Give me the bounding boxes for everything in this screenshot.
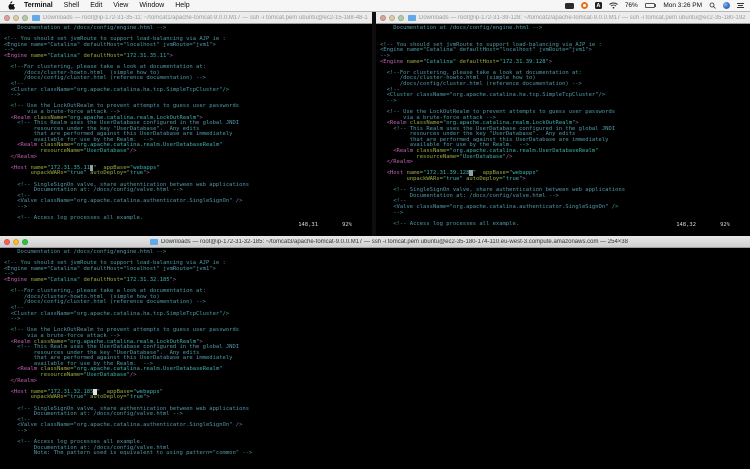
close-button[interactable] [4,239,10,245]
terminal-content-tomcat3[interactable]: Documentation at /docs/config/engine.htm… [0,248,750,469]
battery-icon[interactable] [645,3,657,8]
notification-center-icon[interactable] [737,3,744,8]
window-title: Downloads — root@ip-172-31-39-128: ~/tom… [419,15,746,21]
terminal-window-tomcat2: Downloads — root@ip-172-31-39-128: ~/tom… [376,12,750,236]
wifi-icon[interactable] [609,2,618,9]
scroll-percentage: 92% [720,222,730,228]
menu-view[interactable]: View [113,2,128,9]
window-title-group: Downloads — root@ip-172-31-39-128: ~/tom… [408,15,746,21]
display-icon[interactable] [565,3,574,9]
terminal-window-tomcat1: Downloads — root@ip-172-31-35-11: ~/tomc… [0,12,372,236]
menu-shell[interactable]: Shell [64,2,80,9]
siri-icon[interactable] [723,2,730,9]
code-line: Note: The pattern used is equivalent to … [4,451,750,457]
menu-terminal[interactable]: Terminal [24,2,53,9]
zoom-button[interactable] [22,15,28,21]
close-button[interactable] [380,15,386,21]
minimize-button[interactable] [13,239,19,245]
terminal-content-tomcat2[interactable]: Documentation at /docs/config/engine.htm… [376,24,750,236]
folder-icon [408,15,416,21]
folder-icon [150,239,158,245]
terminal-window-tomcat3: Downloads — root@ip-172-31-32-185: ~/tom… [0,236,750,469]
menu-bar: Terminal Shell Edit View Window Help A 7… [0,0,750,12]
apple-menu-icon[interactable] [8,1,15,10]
record-icon[interactable] [581,2,588,9]
zoom-button[interactable] [398,15,404,21]
cursor-position: 148,31 [298,222,318,228]
window-titlebar[interactable]: Downloads — root@ip-172-31-39-128: ~/tom… [376,12,750,24]
battery-percentage: 76% [625,2,638,9]
vim-ruler: 148,31 92% [298,222,352,228]
scroll-percentage: 92% [342,222,352,228]
minimize-button[interactable] [389,15,395,21]
terminal-content-tomcat1[interactable]: Documentation at /docs/config/engine.htm… [0,24,372,236]
close-button[interactable] [4,15,10,21]
spotlight-icon[interactable] [709,2,716,9]
traffic-lights [4,239,28,245]
vim-ruler: 148,32 92% [676,222,730,228]
zoom-button[interactable] [22,239,28,245]
window-title: Downloads — root@ip-172-31-35-11: ~/tomc… [43,15,368,21]
desktop: Terminal Shell Edit View Window Help A 7… [0,0,750,469]
window-title-group: Downloads — root@ip-172-31-35-11: ~/tomc… [32,15,368,21]
traffic-lights [380,15,404,21]
menu-help[interactable]: Help [175,2,189,9]
traffic-lights [4,15,28,21]
menu-bar-clock[interactable]: Mon 3:26 PM [663,2,702,9]
minimize-button[interactable] [13,15,19,21]
window-title: Downloads — root@ip-172-31-32-185: ~/tom… [161,239,628,245]
code-line: <!-- Access log processes all example. [4,216,372,222]
window-title-group: Downloads — root@ip-172-31-32-185: ~/tom… [150,239,628,245]
cursor-position: 148,32 [676,222,696,228]
folder-icon [32,15,40,21]
input-source-icon[interactable]: A [595,2,602,9]
window-titlebar[interactable]: Downloads — root@ip-172-31-35-11: ~/tomc… [0,12,372,24]
menu-window[interactable]: Window [139,2,164,9]
menu-edit[interactable]: Edit [90,2,102,9]
window-titlebar[interactable]: Downloads — root@ip-172-31-32-185: ~/tom… [0,236,750,248]
